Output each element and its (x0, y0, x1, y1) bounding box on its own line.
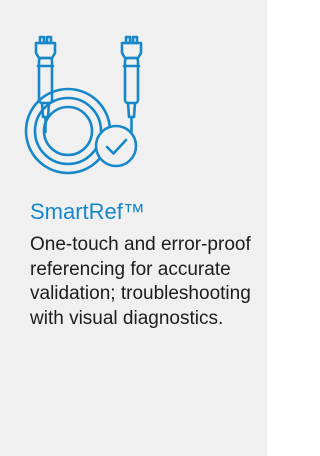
feature-card: SmartRef™ One-touch and error-proof refe… (0, 0, 267, 456)
feature-description: One-touch and error-proof referencing fo… (30, 234, 251, 329)
feature-title: SmartRef™ (30, 199, 145, 224)
fiber-optic-cable-check-icon (16, 28, 156, 178)
